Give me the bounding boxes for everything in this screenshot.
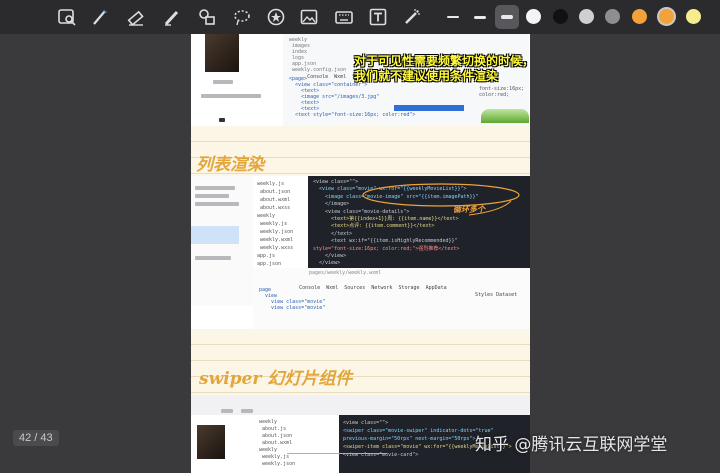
- watermark: 知乎 @腾讯云互联网学堂: [475, 435, 668, 455]
- line-width-medium[interactable]: [468, 5, 492, 29]
- file-path: pages/weekly/weekly.wxml: [309, 270, 382, 276]
- highlighter-icon[interactable]: [160, 5, 184, 29]
- slide-list-render: weekly.js about.json about.wxml about.wx…: [191, 176, 530, 329]
- pointer-icon[interactable]: [400, 5, 424, 29]
- color-gray[interactable]: [605, 9, 620, 24]
- color-black[interactable]: [553, 9, 568, 24]
- annotation-note: 循环多个: [453, 204, 485, 214]
- slide-conditional-render: weekly images index logs app.json weekly…: [191, 34, 530, 126]
- annotation-circle: [362, 183, 520, 216]
- caption-line-1: 对于可见性需要频繁切换的时候，: [354, 54, 530, 68]
- heading-swiper: swiper 幻灯片组件: [199, 369, 353, 389]
- page-counter: 42 / 43: [13, 430, 59, 446]
- movie-poster-image: [205, 34, 239, 72]
- keyboard-icon[interactable]: [332, 5, 356, 29]
- line-width-thick[interactable]: [495, 5, 519, 29]
- color-orange[interactable]: [659, 9, 674, 24]
- search-image-icon[interactable]: [55, 5, 79, 29]
- image-icon[interactable]: [297, 5, 321, 29]
- wxml-tree-2: page view view class="movie" view class=…: [259, 287, 326, 311]
- shapes-icon[interactable]: [195, 5, 219, 29]
- annotation-toolbar: [0, 0, 720, 34]
- caption-line-2: 我们就不建议使用条件渲染: [354, 69, 499, 83]
- line-width-thin[interactable]: [441, 5, 465, 29]
- document-page: weekly images index logs app.json weekly…: [191, 34, 530, 473]
- color-white[interactable]: [526, 9, 541, 24]
- lasso-icon[interactable]: [230, 5, 254, 29]
- color-yellow[interactable]: [686, 9, 701, 24]
- color-light-gray[interactable]: [579, 9, 594, 24]
- heading-list-render: 列表渲染: [196, 155, 264, 175]
- sticker-icon[interactable]: [264, 5, 288, 29]
- text-box-icon[interactable]: [366, 5, 390, 29]
- eraser-icon[interactable]: [124, 5, 148, 29]
- pen-icon[interactable]: [88, 5, 112, 29]
- color-orange-alt[interactable]: [632, 9, 647, 24]
